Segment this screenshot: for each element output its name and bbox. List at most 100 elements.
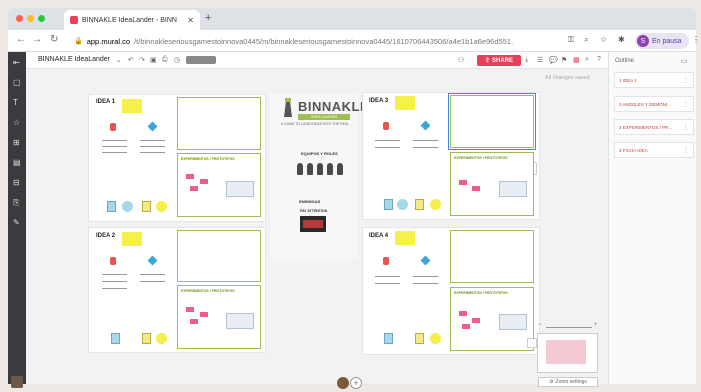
card[interactable]	[384, 333, 393, 344]
pink-sticky[interactable]	[186, 174, 194, 179]
card[interactable]	[415, 199, 424, 210]
pink-sticky[interactable]	[472, 318, 480, 323]
card[interactable]	[384, 199, 393, 210]
zoom-settings-button[interactable]: ⚙ Zoom settings	[538, 377, 598, 387]
pink-sticky[interactable]	[190, 186, 198, 191]
forward-icon[interactable]: →	[32, 34, 42, 45]
key-icon[interactable]: ⚿	[568, 35, 574, 45]
extensions-icon[interactable]: ✱	[618, 35, 625, 44]
pink-sticky[interactable]	[459, 311, 467, 316]
pink-sticky[interactable]	[190, 319, 198, 324]
sticky-note[interactable]	[395, 231, 415, 245]
minimap[interactable]	[537, 333, 598, 373]
images-tool-icon[interactable]: ▤	[13, 158, 21, 167]
selection-outline[interactable]	[448, 93, 536, 150]
pink-sticky[interactable]	[472, 186, 480, 191]
pen-tool-icon[interactable]: ✎	[13, 218, 20, 227]
outline-collapse-icon[interactable]: ▭	[681, 57, 688, 65]
add-user-icon[interactable]: +	[350, 377, 362, 389]
pink-sticky[interactable]	[200, 179, 208, 184]
more-icon[interactable]: ⋮	[683, 124, 689, 131]
sticky-note-tool-icon[interactable]: ▢	[13, 78, 21, 87]
sketch-image[interactable]	[226, 313, 254, 329]
board-name[interactable]: BINNAKLE IdeaLander	[38, 56, 110, 63]
file-tool-icon[interactable]: ⎘	[13, 198, 19, 208]
circle-marker[interactable]	[122, 201, 133, 212]
pink-sticky[interactable]	[186, 307, 194, 312]
sketch-image[interactable]	[499, 314, 527, 330]
outline-item-experimentos[interactable]: 3 EXPERIMENTOS / PR... ⋮	[614, 119, 694, 135]
search-icon[interactable]: ⌕	[585, 56, 589, 64]
pink-sticky[interactable]	[462, 324, 470, 329]
frameworks-tool-icon[interactable]: ⊞	[13, 138, 20, 147]
more-icon[interactable]: ⋮	[683, 147, 689, 154]
card[interactable]	[142, 201, 151, 212]
minimize-window-icon[interactable]	[27, 15, 34, 22]
text-tool-icon[interactable]: T	[13, 98, 18, 107]
print-icon[interactable]: ⎙	[162, 56, 168, 64]
more-icon[interactable]: ⋮	[683, 101, 689, 108]
shapes-tool-icon[interactable]: ☆	[13, 118, 20, 127]
chevron-down-icon[interactable]: ⌄	[116, 56, 122, 64]
profile-chip[interactable]: S En pausa	[635, 33, 689, 49]
reload-icon[interactable]: ↻	[50, 34, 58, 45]
circle-marker[interactable]	[156, 201, 167, 212]
card[interactable]	[107, 201, 116, 212]
pink-sticky[interactable]	[459, 180, 467, 185]
sketch-image[interactable]	[499, 181, 527, 197]
browser-menu-icon[interactable]: ⋮	[692, 35, 700, 44]
owner-avatar[interactable]	[11, 376, 23, 388]
collapse-rail-icon[interactable]: ⇤	[13, 58, 20, 67]
template-icon[interactable]: ▣	[150, 56, 157, 64]
outline-toggle-icon[interactable]: ☰	[537, 56, 543, 64]
redo-icon[interactable]: ↷	[139, 56, 145, 64]
download-icon[interactable]: ⤓	[525, 56, 528, 64]
zoom-icon[interactable]: ⌕	[584, 35, 588, 45]
circle-marker[interactable]	[430, 199, 441, 210]
sticky-note[interactable]	[122, 232, 142, 246]
canvas-grid[interactable]	[177, 230, 261, 282]
timer-icon[interactable]: ◷	[174, 56, 180, 64]
card[interactable]	[142, 333, 151, 344]
circle-marker[interactable]	[397, 199, 408, 210]
maximize-window-icon[interactable]	[38, 15, 45, 22]
sticky-note[interactable]	[122, 99, 142, 113]
team-member-avatar[interactable]	[327, 163, 333, 175]
library-tool-icon[interactable]: ⊟	[13, 178, 20, 187]
minimap-viewport[interactable]	[546, 340, 586, 364]
circle-marker[interactable]	[156, 333, 167, 344]
fit-view-icon[interactable]	[527, 338, 537, 348]
team-member-avatar[interactable]	[317, 163, 323, 175]
browser-tab-mural[interactable]: BINNAKLE IdeaLander - BINN ✕	[64, 10, 200, 30]
sticky-note[interactable]	[395, 96, 415, 110]
outline-item-idea-1[interactable]: 1 IDEA 1 ⋮	[614, 72, 694, 88]
user-avatar[interactable]	[337, 377, 349, 389]
back-icon[interactable]: ←	[16, 34, 26, 45]
bookmark-star-icon[interactable]: ☆	[600, 35, 607, 44]
pink-sticky[interactable]	[200, 312, 208, 317]
outline-item-angeles[interactable]: 2 ANGELES Y DEMONI... ⋮	[614, 96, 694, 112]
facilitator-badge-icon[interactable]	[186, 56, 216, 64]
canvas-grid[interactable]	[177, 97, 261, 150]
close-window-icon[interactable]	[16, 15, 23, 22]
sketch-image[interactable]	[226, 181, 254, 197]
apps-icon[interactable]: ▦	[573, 56, 580, 64]
collaborators-icon[interactable]: ⚇	[458, 56, 464, 64]
tab-close-icon[interactable]: ✕	[187, 16, 194, 25]
card[interactable]	[415, 333, 424, 344]
share-button[interactable]: ⇪ SHARE	[477, 55, 521, 66]
zoom-out-icon[interactable]: −	[538, 322, 542, 328]
new-tab-icon[interactable]: +	[205, 12, 211, 24]
address-bar[interactable]: 🔒 app.mural.co/t/binnakleseriousgamestoi…	[74, 33, 564, 49]
zoom-slider[interactable]: − +	[538, 322, 598, 329]
comments-icon[interactable]: 💬	[549, 56, 558, 64]
zoom-in-icon[interactable]: +	[594, 322, 598, 328]
team-member-avatar[interactable]	[307, 163, 313, 175]
card[interactable]	[111, 333, 120, 344]
undo-icon[interactable]: ↶	[128, 56, 134, 64]
outline-item-ficha[interactable]: 4 FICHA IDEA ⋮	[614, 142, 694, 158]
team-member-avatar[interactable]	[337, 163, 343, 175]
more-icon[interactable]: ⋮	[683, 77, 689, 84]
team-member-avatar[interactable]	[297, 163, 303, 175]
enemy-image[interactable]	[300, 216, 326, 232]
